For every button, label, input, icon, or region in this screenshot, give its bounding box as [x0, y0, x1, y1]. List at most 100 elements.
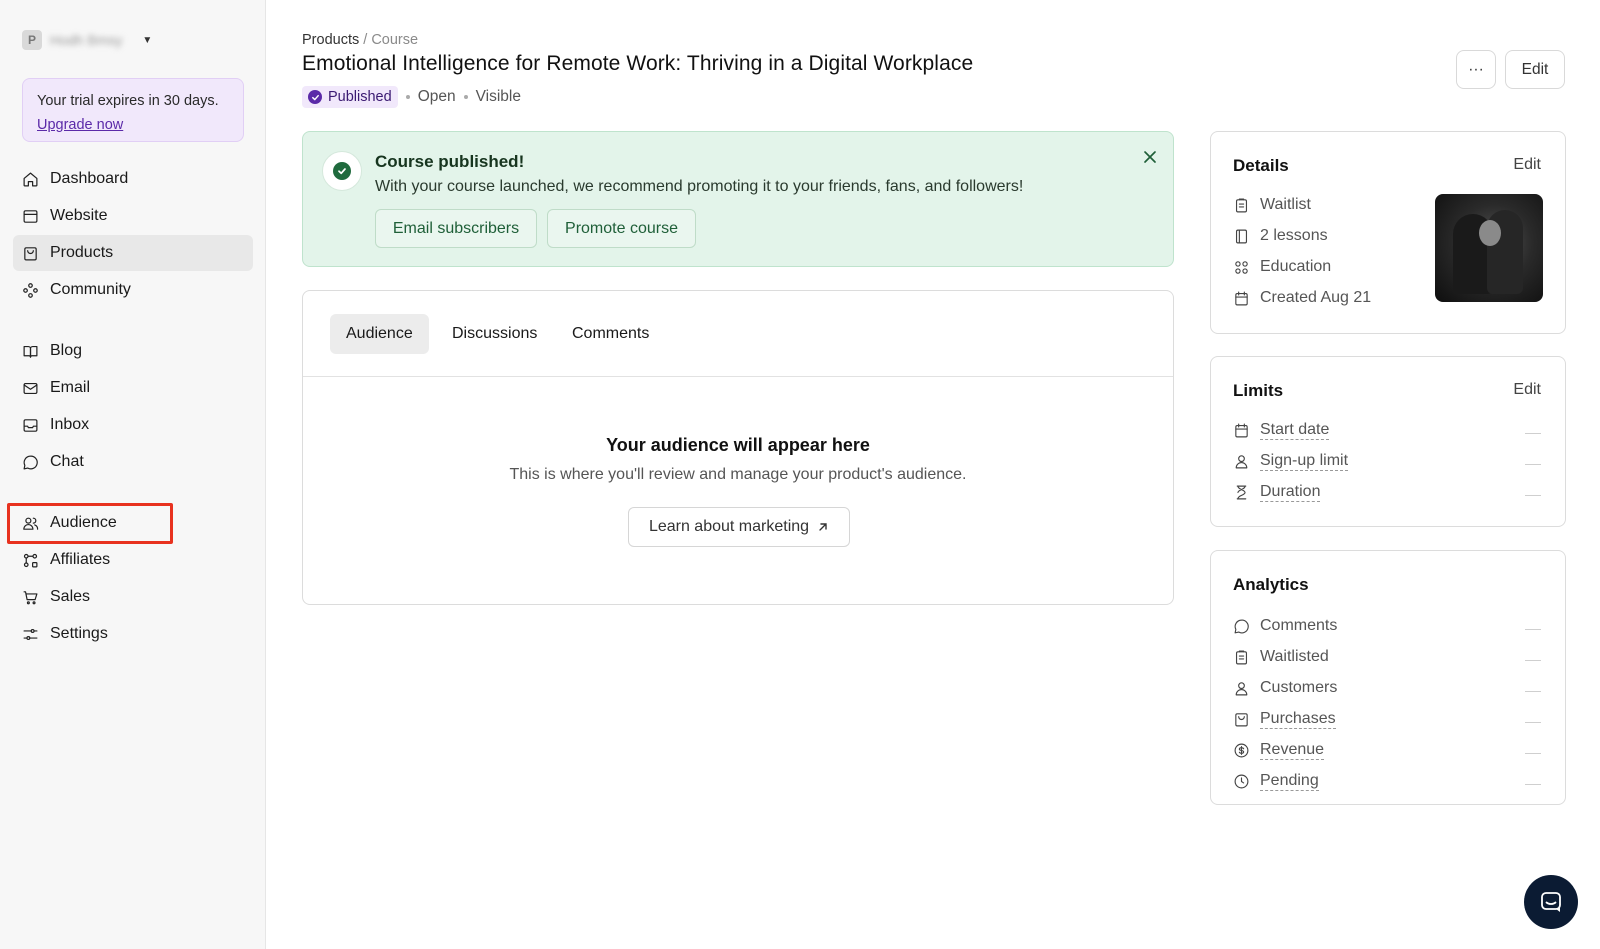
bag-icon	[24, 246, 37, 260]
value-empty-dash	[1525, 784, 1541, 785]
sidebar-item-affiliates[interactable]: Affiliates	[13, 542, 253, 578]
value-empty-dash	[1525, 722, 1541, 723]
clipboard-icon	[1235, 650, 1248, 664]
limits-edit-button[interactable]: Edit	[1513, 381, 1541, 399]
learn-button-label: Learn about marketing	[648, 518, 810, 535]
home-icon	[23, 172, 38, 186]
edit-button-label: Edit	[1521, 60, 1549, 78]
sidebar: P Hodh Bmsy ▼ Your trial expires in 30 d…	[0, 0, 266, 949]
sidebar-item-label: Sales	[50, 588, 91, 605]
status-badge: Published	[302, 86, 398, 108]
more-options-button[interactable]: ···	[1456, 50, 1496, 89]
limits-title: Limits	[1233, 381, 1284, 400]
more-icon: ···	[1468, 60, 1484, 78]
details-category: Education	[1233, 258, 1331, 276]
sidebar-item-label: Products	[50, 244, 114, 261]
sidebar-item-label: Email	[50, 379, 91, 396]
sidebar-item-label: Dashboard	[50, 170, 129, 187]
mail-icon	[23, 382, 38, 394]
details-edit-button[interactable]: Edit	[1513, 156, 1541, 174]
close-icon[interactable]	[1141, 148, 1159, 166]
limits-duration: Duration	[1233, 483, 1321, 502]
page-title: Emotional Intelligence for Remote Work: …	[302, 52, 974, 75]
tab-bar: Audience Discussions Comments	[303, 291, 1173, 377]
clock-icon	[1234, 774, 1249, 789]
upgrade-link[interactable]: Upgrade now	[37, 117, 123, 133]
separator-dot	[405, 95, 410, 99]
details-waitlist: Waitlist	[1233, 196, 1311, 214]
sidebar-item-blog[interactable]: Blog	[13, 333, 253, 369]
sidebar-item-chat[interactable]: Chat	[13, 444, 253, 480]
separator-dot	[463, 95, 468, 99]
sliders-icon	[23, 628, 38, 640]
arrow-up-right-icon	[819, 523, 827, 531]
analytics-panel: Analytics Comments Waitlisted Customers …	[1210, 550, 1566, 805]
breadcrumb-parent[interactable]: Products	[302, 32, 359, 48]
sidebar-item-label: Blog	[50, 342, 83, 359]
status-row: Published Open Visible	[302, 86, 521, 108]
community-icon	[23, 282, 38, 298]
bag-icon	[1235, 713, 1248, 727]
sidebar-item-label: Community	[50, 281, 131, 298]
affiliates-icon	[23, 553, 38, 567]
sidebar-item-email[interactable]: Email	[13, 370, 253, 406]
analytics-revenue: Revenue	[1233, 741, 1325, 760]
analytics-comments: Comments	[1233, 617, 1337, 635]
value-empty-dash	[1525, 660, 1541, 661]
grid-icon	[1235, 260, 1248, 274]
audience-card: Audience Discussions Comments Your audie…	[302, 290, 1174, 605]
tab-discussions[interactable]: Discussions	[436, 314, 553, 354]
workspace-switcher[interactable]: P Hodh Bmsy ▼	[22, 30, 152, 50]
sidebar-item-label: Inbox	[50, 416, 90, 433]
value-empty-dash	[1525, 629, 1541, 630]
inbox-icon	[23, 418, 38, 432]
trial-text: Your trial expires in 30 days.	[37, 93, 219, 109]
access-label: Open	[417, 88, 456, 105]
limits-panel: Limits Edit Start date Sign-up limit Dur…	[1210, 356, 1566, 527]
email-subscribers-button[interactable]: Email subscribers	[375, 209, 537, 248]
sidebar-item-products[interactable]: Products	[13, 235, 253, 271]
value-empty-dash	[1525, 753, 1541, 754]
value-empty-dash	[1525, 691, 1541, 692]
edit-button[interactable]: Edit	[1505, 50, 1565, 89]
chat-launcher-button[interactable]	[1524, 875, 1578, 929]
value-empty-dash	[1525, 433, 1541, 434]
learn-about-marketing-button[interactable]: Learn about marketing	[628, 507, 850, 547]
hourglass-icon	[1236, 485, 1247, 500]
promote-course-button[interactable]: Promote course	[547, 209, 696, 248]
breadcrumb: Products / Course	[302, 32, 418, 48]
workspace-name: Hodh Bmsy	[50, 32, 123, 48]
breadcrumb-current: Course	[371, 32, 419, 48]
user-icon	[1235, 455, 1248, 469]
analytics-pending: Pending	[1233, 772, 1319, 791]
cart-icon	[23, 590, 38, 604]
limits-signup: Sign-up limit	[1233, 452, 1349, 471]
dollar-circle-icon	[1234, 743, 1249, 758]
trial-notice: Your trial expires in 30 days. Upgrade n…	[22, 78, 244, 142]
workspace-avatar: P	[22, 30, 42, 50]
value-empty-dash	[1525, 464, 1541, 465]
sidebar-item-settings[interactable]: Settings	[13, 616, 253, 652]
analytics-title: Analytics	[1233, 575, 1309, 594]
sidebar-item-sales[interactable]: Sales	[13, 579, 253, 615]
notebook-icon	[1235, 229, 1248, 243]
clipboard-icon	[1235, 198, 1248, 212]
visibility-label: Visible	[475, 88, 521, 105]
analytics-purchases: Purchases	[1233, 710, 1336, 729]
course-thumbnail[interactable]	[1435, 194, 1543, 302]
empty-state-title: Your audience will appear here	[606, 435, 870, 455]
calendar-icon	[1235, 423, 1248, 438]
sidebar-item-inbox[interactable]: Inbox	[13, 407, 253, 443]
sidebar-item-community[interactable]: Community	[13, 272, 253, 308]
details-lessons: 2 lessons	[1233, 227, 1328, 245]
empty-state-subtitle: This is where you'll review and manage y…	[509, 466, 967, 483]
sidebar-item-dashboard[interactable]: Dashboard	[13, 161, 253, 197]
banner-title: Course published!	[375, 152, 525, 171]
sidebar-item-label: Website	[50, 207, 108, 224]
details-panel: Details Edit Waitlist 2 lessons Educatio…	[1210, 131, 1566, 334]
sidebar-item-website[interactable]: Website	[13, 198, 253, 234]
tab-audience[interactable]: Audience	[330, 314, 429, 354]
chat-icon	[1541, 892, 1561, 912]
published-banner: Course published! With your course launc…	[302, 131, 1174, 267]
tab-comments[interactable]: Comments	[556, 314, 665, 354]
